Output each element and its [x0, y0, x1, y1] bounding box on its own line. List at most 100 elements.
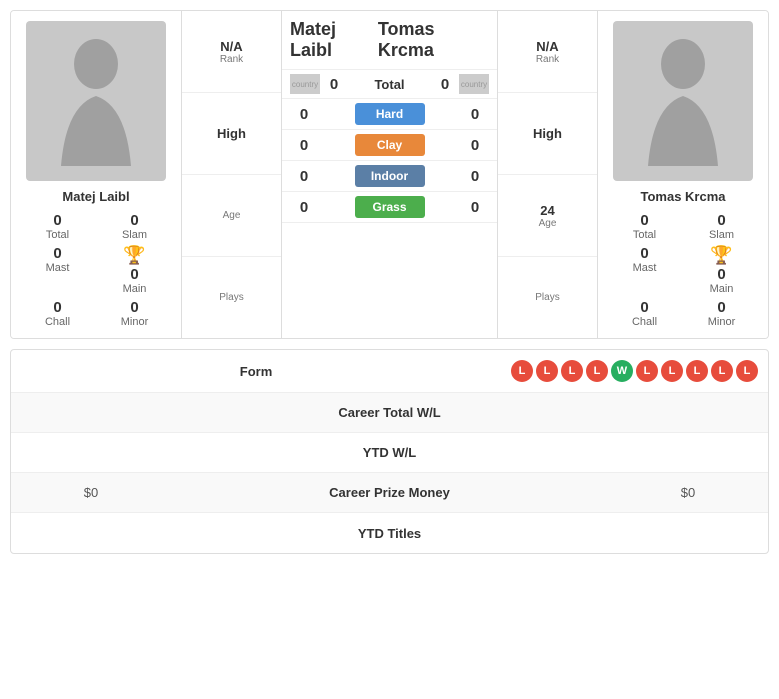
- player1-minor-cell: 0 Minor: [98, 299, 171, 328]
- hard-badge: Hard: [355, 103, 425, 125]
- form-label: Form: [11, 354, 501, 389]
- player2-silhouette: [638, 36, 728, 166]
- bottom-info-rows: Form LLLLWLLLLL Career Total W/L YTD W/L…: [10, 349, 769, 554]
- clay-score-right: 0: [461, 137, 489, 154]
- player1-high-value: High: [217, 126, 246, 141]
- player2-minor-cell: 0 Minor: [685, 299, 758, 328]
- player2-avatar: [613, 21, 753, 181]
- player1-plays-row: Plays: [182, 257, 281, 338]
- player1-prize-value: $0: [11, 475, 171, 510]
- player2-chall-label: Chall: [632, 316, 657, 328]
- form-badges-container: LLLLWLLLLL: [501, 350, 768, 392]
- player2-high-row: High: [498, 93, 597, 175]
- form-badge-l: L: [711, 360, 733, 382]
- player1-rank-value: N/A: [220, 39, 242, 54]
- player1-trophy-icon: 🏆: [123, 245, 145, 266]
- player1-main-label: Main: [123, 283, 147, 295]
- ytd-wl-row: YTD W/L: [11, 433, 768, 473]
- grass-row: 0 Grass 0: [282, 192, 497, 223]
- player1-main-cell: 🏆 0 Main: [98, 245, 171, 295]
- player1-total-value: 0: [53, 212, 61, 229]
- form-badge-l: L: [736, 360, 758, 382]
- player2-trophy-icon: 🏆: [710, 245, 732, 266]
- player2-chall-cell: 0 Chall: [608, 299, 681, 328]
- player2-country: country: [459, 74, 489, 94]
- indoor-score-left: 0: [290, 168, 318, 185]
- career-prize-row: $0 Career Prize Money $0: [11, 473, 768, 513]
- total-row: country 0 Total 0 country: [282, 70, 497, 99]
- player1-slam-cell: 0 Slam: [98, 212, 171, 241]
- indoor-badge: Indoor: [355, 165, 425, 187]
- form-badge-l: L: [536, 360, 558, 382]
- player2-minor-value: 0: [717, 299, 725, 316]
- hard-row: 0 Hard 0: [282, 99, 497, 130]
- player1-plays-label: Plays: [219, 292, 243, 303]
- player1-total-cell: 0 Total: [21, 212, 94, 241]
- player2-rank-label: Rank: [536, 54, 559, 65]
- player2-plays-label: Plays: [535, 292, 559, 303]
- left-stats-column: N/A Rank High Age Plays: [181, 11, 281, 338]
- main-container: Matej Laibl 0 Total 0 Slam 0 Mast 🏆 0 M: [0, 0, 779, 564]
- player2-prize-value: $0: [608, 475, 768, 510]
- player2-main-value: 0: [717, 266, 725, 283]
- career-wl-label: Career Total W/L: [11, 395, 768, 430]
- player2-country-flag: country: [459, 74, 489, 94]
- total-score-left: 0: [320, 76, 348, 93]
- player2-total-value: 0: [640, 212, 648, 229]
- player2-total-label: Total: [633, 229, 656, 241]
- player1-total-label: Total: [46, 229, 69, 241]
- player1-slam-value: 0: [130, 212, 138, 229]
- right-stats-column: N/A Rank High 24 Age Plays: [498, 11, 598, 338]
- player1-stats-grid: 0 Total 0 Slam 0 Mast 🏆 0 Main 0: [21, 212, 171, 328]
- hard-score-right: 0: [461, 106, 489, 123]
- grass-score-left: 0: [290, 199, 318, 216]
- form-badge-l: L: [561, 360, 583, 382]
- player1-chall-label: Chall: [45, 316, 70, 328]
- ytd-titles-row: YTD Titles: [11, 513, 768, 553]
- player2-main-cell: 🏆 0 Main: [685, 245, 758, 295]
- players-name-row: Matej Laibl Tomas Krcma: [282, 11, 497, 70]
- clay-badge: Clay: [355, 134, 425, 156]
- form-badge-l: L: [511, 360, 533, 382]
- player2-total-cell: 0 Total: [608, 212, 681, 241]
- player2-slam-cell: 0 Slam: [685, 212, 758, 241]
- ytd-titles-label: YTD Titles: [11, 516, 768, 551]
- form-badge-w: W: [611, 360, 633, 382]
- career-wl-row: Career Total W/L: [11, 393, 768, 433]
- player1-rank-label: Rank: [220, 54, 243, 65]
- total-score-right: 0: [431, 76, 459, 93]
- indoor-row: 0 Indoor 0: [282, 161, 497, 192]
- player1-mast-value: 0: [53, 245, 61, 262]
- player1-avatar: [26, 21, 166, 181]
- player2-rank-row: N/A Rank: [498, 11, 597, 93]
- player2-mast-label: Mast: [633, 262, 657, 274]
- total-label: Total: [348, 77, 431, 92]
- player1-high-row: High: [182, 93, 281, 175]
- player1-age-row: Age: [182, 175, 281, 257]
- grass-badge: Grass: [355, 196, 425, 218]
- player1-age-label: Age: [223, 210, 241, 221]
- clay-row: 0 Clay 0: [282, 130, 497, 161]
- form-badge-l: L: [586, 360, 608, 382]
- player1-slam-label: Slam: [122, 229, 147, 241]
- player2-name-label: Tomas Krcma: [640, 189, 725, 204]
- clay-score-left: 0: [290, 137, 318, 154]
- indoor-score-right: 0: [461, 168, 489, 185]
- player2-age-value: 24: [540, 203, 554, 218]
- form-badge-l: L: [686, 360, 708, 382]
- player2-minor-label: Minor: [708, 316, 736, 328]
- player1-country: country: [290, 74, 320, 94]
- career-prize-label: Career Prize Money: [171, 475, 608, 510]
- player1-mast-cell: 0 Mast: [21, 245, 94, 295]
- center-column: Matej Laibl Tomas Krcma country 0 Total …: [281, 11, 498, 338]
- ytd-wl-label: YTD W/L: [11, 435, 768, 470]
- player1-chall-value: 0: [53, 299, 61, 316]
- form-badge-l: L: [661, 360, 683, 382]
- player2-age-row: 24 Age: [498, 175, 597, 257]
- player1-minor-value: 0: [130, 299, 138, 316]
- player2-stats-grid: 0 Total 0 Slam 0 Mast 🏆 0 Main 0: [608, 212, 758, 328]
- comparison-layout: Matej Laibl 0 Total 0 Slam 0 Mast 🏆 0 M: [10, 10, 769, 339]
- left-player-column: Matej Laibl 0 Total 0 Slam 0 Mast 🏆 0 M: [11, 11, 181, 338]
- player2-slam-value: 0: [717, 212, 725, 229]
- player2-age-label: Age: [539, 218, 557, 229]
